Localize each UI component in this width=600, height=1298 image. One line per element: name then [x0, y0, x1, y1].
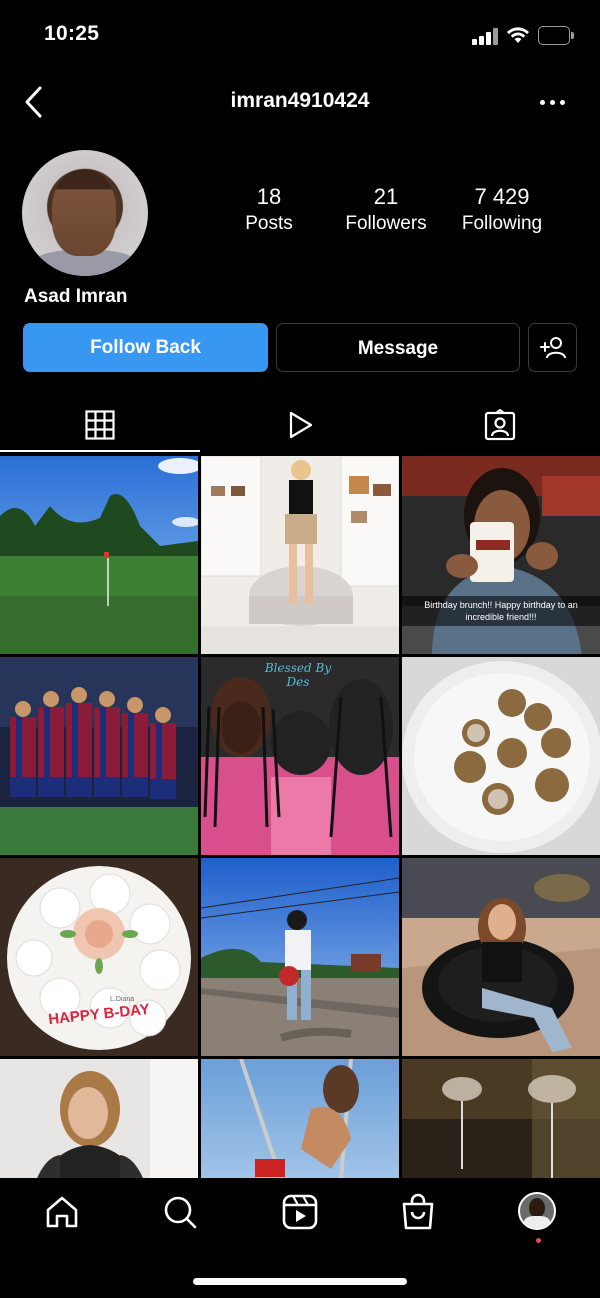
tab-posts-grid[interactable] — [0, 398, 200, 452]
football-team-photo — [0, 657, 198, 855]
following-count-label: Following — [461, 213, 543, 234]
truffles-photo — [402, 657, 600, 855]
watermark-logo: Blessed By Des — [253, 661, 343, 689]
post-caption-overlay: Birthday brunch!! Happy birthday to an i… — [402, 596, 600, 626]
home-indicator[interactable] — [193, 1278, 407, 1285]
reels-play-icon — [289, 411, 313, 439]
posts-count-label: Posts — [245, 213, 293, 234]
closet-outfit-photo — [201, 456, 399, 654]
profile-header: imran4910424 — [0, 80, 600, 124]
road-flowers-photo — [201, 858, 399, 1056]
profile-avatar-icon[interactable] — [518, 1192, 556, 1230]
followers-count-label: Followers — [345, 213, 427, 234]
home-icon[interactable] — [42, 1192, 82, 1232]
followers-count[interactable]: 21 Followers — [334, 184, 438, 238]
shop-bag-icon[interactable] — [398, 1192, 438, 1232]
post-thumbnail[interactable] — [0, 456, 198, 654]
wifi-icon — [507, 27, 529, 43]
post-thumbnail[interactable]: Blessed By Des — [201, 657, 399, 855]
tab-tagged[interactable] — [400, 398, 600, 452]
cellular-signal-icon — [472, 28, 500, 45]
status-time: 10:25 — [44, 22, 100, 45]
post-thumbnail[interactable] — [201, 456, 399, 654]
notification-dot — [536, 1238, 541, 1243]
posts-count[interactable]: 18 Posts — [234, 184, 304, 238]
reels-icon[interactable] — [280, 1192, 320, 1232]
tab-reels[interactable] — [200, 398, 400, 452]
grid-icon — [85, 410, 115, 440]
message-button[interactable]: Message — [276, 323, 520, 372]
watermark-text: Blessed By Des — [264, 661, 332, 689]
status-bar: 10:25 — [0, 0, 600, 70]
battery-icon — [538, 26, 574, 45]
follow-back-button[interactable]: Follow Back — [23, 323, 268, 372]
followers-count-value: 21 — [373, 184, 399, 209]
golf-course-photo — [0, 456, 198, 654]
girl-in-chair-photo — [402, 858, 600, 1056]
cake-small-text: L.Diana — [110, 996, 135, 1003]
profile-tabs — [0, 398, 600, 452]
posts-count-value: 18 — [256, 184, 282, 209]
search-icon[interactable] — [160, 1192, 200, 1232]
profile-full-name: Asad Imran — [24, 286, 128, 307]
suggested-users-button[interactable] — [528, 323, 577, 372]
post-thumbnail[interactable] — [201, 858, 399, 1056]
post-thumbnail[interactable] — [402, 657, 600, 855]
post-thumbnail[interactable] — [0, 657, 198, 855]
following-count[interactable]: 7 429 Following — [450, 184, 554, 238]
following-count-value: 7 429 — [474, 184, 530, 209]
active-tab-indicator — [0, 450, 200, 452]
more-options-icon[interactable] — [540, 92, 566, 112]
profile-username: imran4910424 — [230, 89, 370, 112]
post-thumbnail[interactable]: HAPPY B-DAY L.Diana — [0, 858, 198, 1056]
post-thumbnail[interactable] — [402, 858, 600, 1056]
post-thumbnail[interactable]: Birthday brunch!! Happy birthday to an i… — [402, 456, 600, 654]
tagged-person-icon — [484, 409, 516, 441]
add-person-icon — [539, 337, 566, 359]
profile-avatar[interactable] — [22, 150, 148, 276]
